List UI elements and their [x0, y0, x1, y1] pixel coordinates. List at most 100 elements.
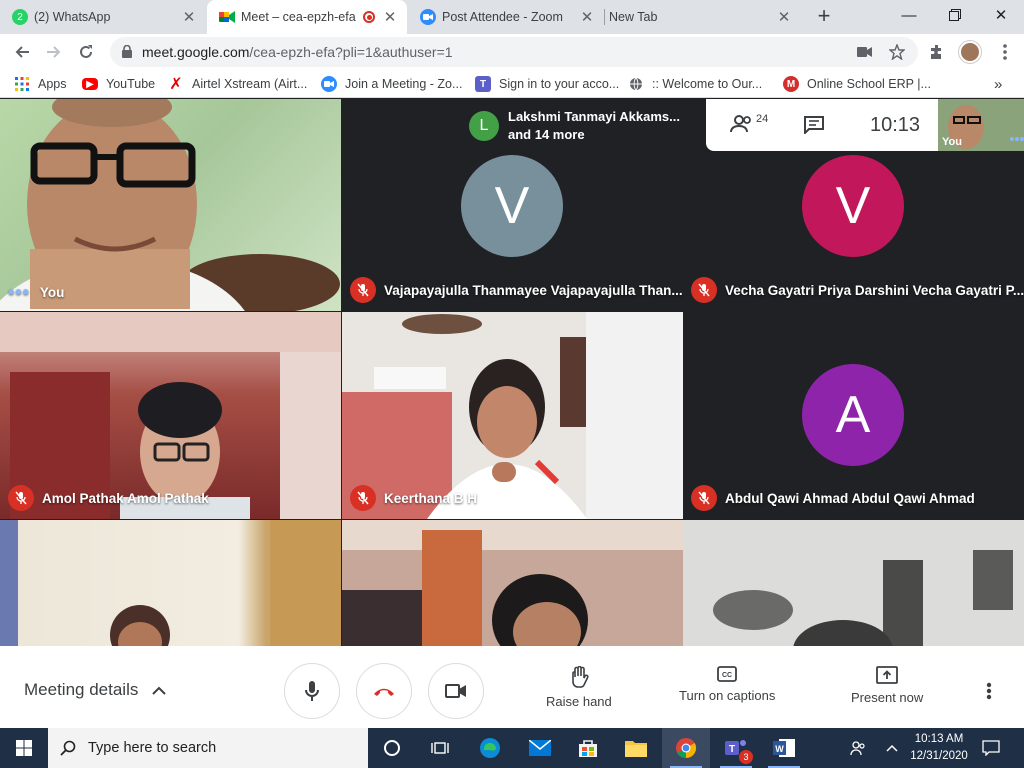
bookmark-welcome[interactable]: :: Welcome to Our... [628, 75, 762, 93]
participant-tile-you[interactable]: ••• You [0, 99, 341, 311]
tab-zoom[interactable]: Post Attendee - Zoom ✕ [408, 0, 604, 34]
task-view-button[interactable] [416, 728, 464, 768]
participant-tile[interactable] [683, 520, 1024, 646]
participant-tile[interactable]: Amol Pathak Amol Pathak [0, 312, 341, 519]
presentation-info[interactable]: L Lakshmi Tanmayi Akkams... and 14 more [460, 99, 708, 151]
meet-icon [219, 9, 235, 25]
mic-off-icon [691, 277, 717, 303]
video-frame [342, 520, 683, 646]
microphone-button[interactable] [284, 663, 340, 719]
cortana-button[interactable] [368, 728, 416, 768]
back-button[interactable] [8, 38, 36, 66]
show-hidden-icons-button[interactable] [886, 728, 898, 768]
bookmark-star-icon[interactable] [888, 43, 906, 61]
bookmark-airtel[interactable]: ✗ Airtel Xstream (Airt... [168, 75, 307, 93]
speaking-indicator-icon: ••• [8, 282, 30, 302]
bookmark-apps[interactable]: Apps [14, 75, 67, 93]
tab-title: New Tab [609, 10, 658, 24]
search-icon [60, 740, 76, 756]
close-icon[interactable]: ✕ [775, 8, 793, 26]
chat-icon[interactable] [804, 116, 824, 139]
start-button[interactable] [0, 728, 48, 768]
windows-logo-icon [16, 740, 32, 756]
close-icon[interactable]: ✕ [578, 8, 596, 26]
participant-tile[interactable]: Keerthana B H [342, 312, 683, 519]
new-tab-button[interactable]: + [812, 5, 836, 29]
meet-topbar: 24 10:13 [706, 99, 938, 151]
store-button[interactable] [564, 728, 612, 768]
bookmark-erp[interactable]: M Online School ERP |... [783, 75, 931, 93]
action-center-button[interactable] [982, 728, 1000, 768]
restore-button[interactable] [932, 0, 978, 30]
present-screen-icon [876, 666, 899, 684]
camera-icon [445, 684, 466, 698]
camera-button[interactable] [428, 663, 484, 719]
participant-count: 24 [756, 113, 769, 125]
tab-strip: 2 (2) WhatsApp ✕ Meet – cea-epzh-efa ✕ P… [0, 0, 1024, 34]
camera-blocked-icon[interactable] [856, 43, 874, 61]
participant-name: Vajapayajulla Thanmayee Vajapayajulla Th… [350, 277, 683, 303]
mail-button[interactable] [516, 728, 564, 768]
bookmarks-overflow-button[interactable]: » [994, 75, 1002, 93]
hand-icon [572, 666, 589, 688]
reload-button[interactable] [72, 38, 100, 66]
file-explorer-button[interactable] [612, 728, 660, 768]
present-now-button[interactable]: Present now [851, 666, 923, 705]
edge-button[interactable] [466, 728, 514, 768]
presenter-avatar: L [469, 111, 499, 141]
airtel-icon: ✗ [169, 76, 183, 93]
self-view[interactable]: You [938, 99, 1024, 151]
presenter-more: and 14 more [508, 127, 585, 142]
extensions-icon[interactable] [928, 43, 946, 61]
participant-name: Abdul Qawi Ahmad Abdul Qawi Ahmad [691, 485, 975, 511]
taskbar-clock[interactable]: 10:13 AM 12/31/2020 [904, 731, 974, 765]
taskbar-search[interactable]: Type here to search [48, 728, 368, 768]
profile-avatar[interactable] [959, 41, 981, 63]
participant-tile[interactable]: A Abdul Qawi Ahmad Abdul Qawi Ahmad [683, 312, 1024, 519]
teams-button[interactable]: T 3 [712, 728, 760, 768]
whatsapp-icon: 2 [12, 9, 28, 25]
closed-captions-icon: CC [717, 666, 738, 682]
menu-kebab-icon[interactable] [996, 43, 1014, 61]
participant-tile[interactable] [342, 520, 683, 646]
participant-avatar: V [461, 155, 563, 257]
meeting-clock: 10:13 [870, 114, 921, 136]
participant-tile[interactable] [0, 520, 341, 646]
close-icon[interactable]: ✕ [381, 8, 399, 26]
address-bar[interactable]: meet.google.com/cea-epzh-efa?pli=1&authu… [110, 37, 918, 67]
more-vertical-icon [986, 682, 992, 700]
minimize-button[interactable]: — [886, 0, 932, 30]
close-window-button[interactable]: ✕ [978, 0, 1024, 30]
mic-off-icon [350, 277, 376, 303]
tab-newtab[interactable]: New Tab ✕ [605, 0, 801, 34]
bookmark-teams[interactable]: T Sign in to your acco... [475, 75, 619, 93]
bookmark-youtube[interactable]: ▶ YouTube [82, 75, 155, 93]
more-options-button[interactable] [986, 682, 992, 705]
chrome-button[interactable] [662, 728, 710, 768]
close-icon[interactable]: ✕ [180, 8, 198, 26]
windows-taskbar: Type here to search T 3 W 10:13 AM 12/31… [0, 728, 1024, 768]
task-view-icon [431, 742, 449, 754]
bookmark-zoom[interactable]: Join a Meeting - Zo... [321, 75, 462, 93]
word-button[interactable]: W [760, 728, 808, 768]
word-icon: W [773, 739, 795, 757]
youtube-icon: ▶ [82, 78, 98, 90]
people-icon[interactable] [730, 115, 754, 138]
captions-button[interactable]: CC Turn on captions [679, 666, 775, 703]
tab-whatsapp[interactable]: 2 (2) WhatsApp ✕ [0, 0, 206, 34]
forward-button[interactable] [40, 38, 68, 66]
tab-meet[interactable]: Meet – cea-epzh-efa ✕ [207, 0, 407, 34]
participant-name: ••• You [8, 282, 65, 302]
mic-off-icon [8, 485, 34, 511]
people-tray-icon[interactable] [850, 728, 866, 768]
apps-grid-icon [14, 76, 30, 92]
microphone-icon [305, 681, 319, 701]
teams-icon: T 3 [725, 738, 753, 764]
url-text: meet.google.com/cea-epzh-efa?pli=1&authu… [142, 44, 453, 60]
raise-hand-button[interactable]: Raise hand [546, 666, 612, 709]
erp-icon: M [783, 76, 799, 92]
meeting-details-button[interactable]: Meeting details [24, 680, 167, 700]
svg-text:W: W [775, 744, 784, 754]
mic-off-icon [350, 485, 376, 511]
leave-call-button[interactable] [356, 663, 412, 719]
